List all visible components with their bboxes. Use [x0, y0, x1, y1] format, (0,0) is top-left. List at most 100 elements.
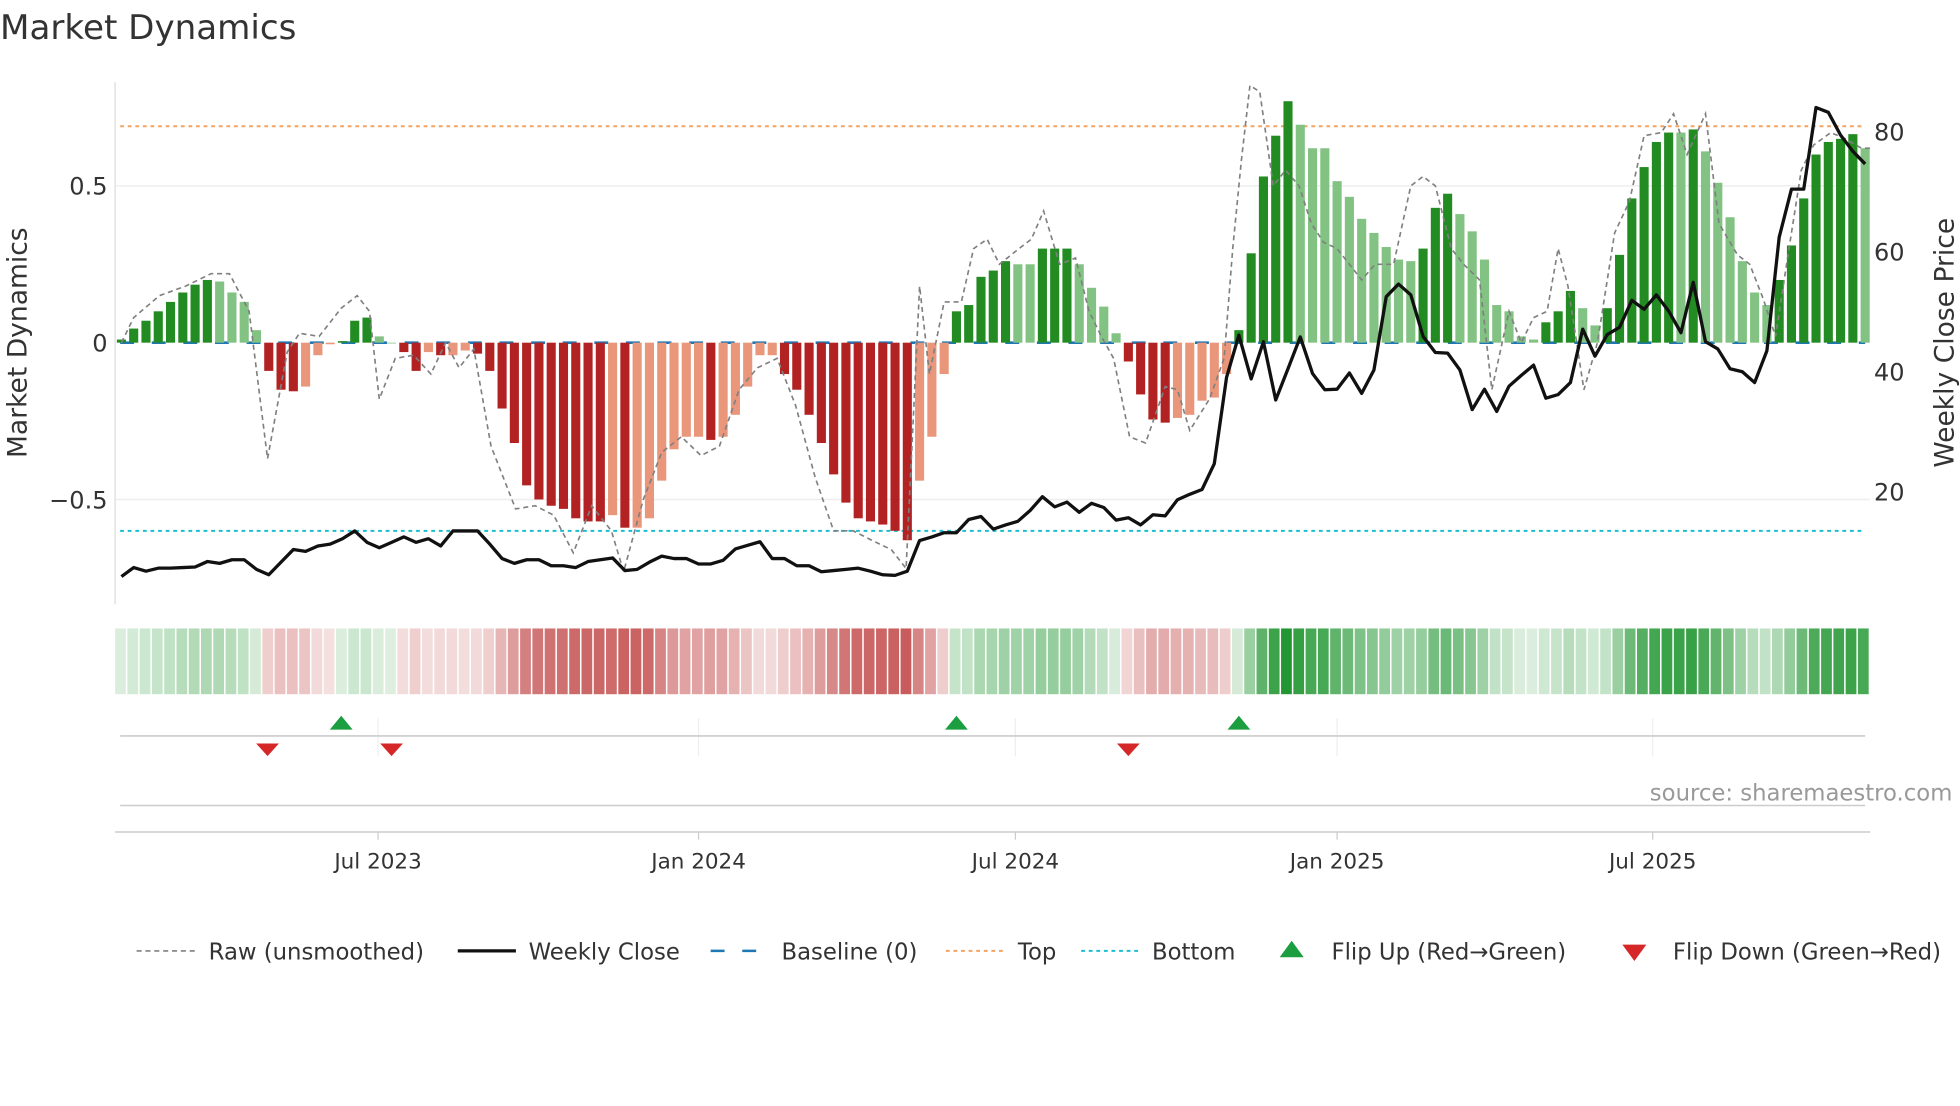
regime-strip-cell	[483, 628, 495, 695]
regime-strip-cell	[1366, 628, 1378, 695]
momentum-bar	[313, 342, 323, 356]
regime-strip-cell	[1686, 628, 1697, 695]
regime-strip-cell	[1146, 628, 1157, 695]
regime-strip-cell	[1195, 628, 1206, 695]
regime-strip-cell	[250, 628, 261, 695]
y-axis-label: Market Dynamics	[3, 227, 34, 458]
momentum-bar	[1074, 264, 1084, 343]
regime-strip-cell	[728, 628, 740, 695]
regime-strip-cell	[1072, 628, 1084, 695]
regime-strip-cell	[421, 628, 433, 695]
legend-label: Weekly Close	[529, 940, 680, 966]
regime-strip-cell	[471, 628, 482, 695]
regime-strip-cell	[1416, 628, 1427, 695]
regime-strip-cell	[115, 628, 126, 695]
momentum-bar	[374, 336, 384, 343]
momentum-bar	[129, 328, 139, 343]
regime-strip-cell	[1538, 628, 1550, 695]
momentum-bar	[1295, 124, 1305, 343]
regime-strip-cell	[188, 628, 200, 695]
regime-strip-cell	[311, 628, 323, 695]
regime-strip-cell	[814, 628, 826, 695]
flip-down-marker	[256, 743, 279, 757]
momentum-bar	[497, 342, 507, 409]
momentum-bar	[190, 284, 200, 343]
regime-strip-cell	[544, 628, 556, 695]
regime-strip-cell	[1710, 628, 1722, 695]
momentum-bar	[1430, 207, 1440, 343]
momentum-bar	[1307, 148, 1318, 343]
regime-strip-cell	[139, 628, 151, 695]
momentum-bar	[509, 342, 519, 444]
regime-strip-cell	[1231, 628, 1243, 695]
regime-strip-cell	[863, 628, 875, 695]
regime-strip-cell	[1121, 628, 1133, 695]
momentum-bar	[350, 320, 360, 343]
momentum-bar	[1062, 248, 1072, 343]
momentum-bar	[890, 342, 900, 531]
legend-label: Baseline (0)	[781, 940, 917, 966]
regime-strip-cell	[532, 628, 544, 695]
momentum-bar	[779, 342, 790, 375]
regime-strip-cell	[397, 628, 409, 695]
momentum-bar	[681, 342, 691, 437]
momentum-bar	[387, 342, 397, 344]
momentum-bar	[1455, 214, 1465, 343]
x-tick-label: Jul 2023	[332, 850, 421, 875]
regime-strip-cell	[900, 628, 912, 695]
momentum-bar	[878, 342, 888, 525]
flip-up-marker	[329, 715, 353, 730]
momentum-bar	[804, 342, 814, 415]
momentum-bar	[485, 342, 495, 371]
regime-strip-cell	[1158, 628, 1170, 695]
regime-strip-cell	[1403, 628, 1415, 695]
regime-strip-cell	[1060, 628, 1071, 695]
regime-strip-cell	[372, 628, 384, 695]
regime-strip-cell	[1501, 628, 1513, 695]
momentum-bar	[841, 342, 851, 503]
momentum-bar	[325, 342, 335, 345]
legend-label: Top	[1017, 940, 1056, 966]
momentum-bar	[1332, 181, 1342, 343]
momentum-bar	[1823, 141, 1833, 343]
regime-strip-cell	[1575, 628, 1587, 695]
momentum-bar	[1001, 261, 1011, 343]
momentum-bar	[1320, 148, 1330, 343]
momentum-bar	[1246, 253, 1256, 343]
regime-strip-cell	[802, 628, 814, 695]
regime-strip-cell	[1747, 628, 1759, 695]
legend-label: Raw (unsmoothed)	[209, 940, 424, 966]
momentum-bar	[1172, 342, 1183, 418]
momentum-bar	[976, 276, 986, 343]
regime-strip-cell	[1661, 628, 1673, 695]
momentum-bar	[755, 342, 765, 356]
regime-strip-cell	[1808, 628, 1820, 695]
momentum-bar	[927, 342, 937, 437]
regime-strip-cell	[1011, 628, 1022, 695]
regime-strip-cell	[1084, 628, 1096, 695]
regime-strip-cell	[1845, 628, 1857, 695]
regime-strip-cell	[1735, 628, 1746, 695]
regime-strip-cell	[1772, 628, 1783, 695]
regime-strip-cell	[765, 628, 777, 695]
chart-title: Market Dynamics	[0, 8, 296, 48]
momentum-bar	[1639, 167, 1649, 343]
momentum-bar	[1799, 198, 1809, 343]
momentum-bar	[1651, 141, 1661, 343]
legend-flip-down-icon	[1622, 944, 1647, 962]
momentum-bar	[1209, 342, 1219, 398]
regime-strip-cell	[1023, 628, 1035, 695]
x-tick-label: Jul 2025	[1607, 850, 1696, 875]
market-dynamics-chart: Market Dynamics 0.5 0 −0.5 80 60 40 20 Market …	[0, 8, 1960, 966]
regime-strip-cell	[1600, 628, 1611, 695]
regime-strip-cell	[1612, 628, 1624, 695]
regime-strip-cell	[1133, 628, 1145, 695]
regime-strip-cell	[360, 628, 372, 695]
regime-strip-cell	[1219, 628, 1231, 695]
momentum-bar	[1541, 322, 1551, 343]
regime-strip-cell	[1759, 628, 1771, 695]
regime-strip-cell	[593, 628, 605, 695]
regime-strip-cell	[704, 628, 715, 695]
regime-strip-cell	[581, 628, 593, 695]
regime-strip-cell	[299, 628, 310, 695]
